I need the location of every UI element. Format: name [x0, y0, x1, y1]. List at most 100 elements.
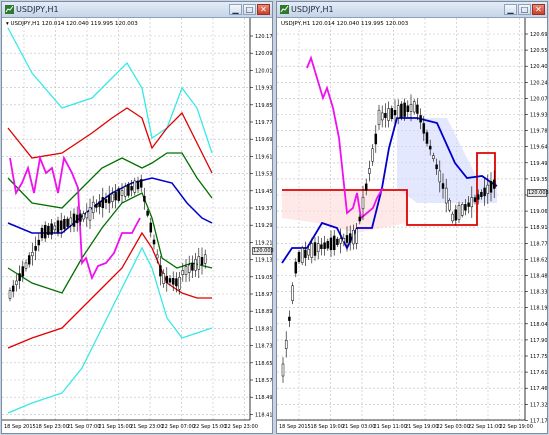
candle-body — [194, 259, 197, 271]
candle-body — [18, 273, 21, 281]
price-axis-label: 119.770 — [255, 120, 272, 126]
candle-body — [310, 243, 314, 258]
candle-body — [489, 181, 493, 193]
candle-body — [203, 254, 207, 264]
price-axis-label: 119.785 — [530, 129, 547, 135]
price-axis-label: 120.075 — [530, 96, 547, 102]
price-axis-label: 119.290 — [255, 223, 272, 229]
candle-body — [281, 363, 285, 377]
time-axis-label: 22 Sep 15:00 — [193, 424, 226, 430]
candle-body — [332, 235, 336, 250]
candle-body — [8, 290, 12, 299]
candle-body — [149, 222, 153, 233]
maximize-button[interactable]: □ — [518, 4, 531, 15]
close-button[interactable]: ✕ — [532, 4, 545, 15]
candle-body — [390, 108, 394, 119]
price-axis-label: 119.130 — [255, 258, 272, 264]
candle-body — [400, 103, 403, 118]
price-axis-label: 119.640 — [530, 145, 547, 151]
candle-body — [159, 265, 162, 277]
time-axis-label: 22 Sep 07:00 — [162, 424, 195, 430]
candle-body — [409, 103, 413, 112]
candle-body — [165, 275, 169, 283]
candle-body — [104, 199, 108, 203]
candle-body — [358, 216, 362, 222]
time-axis-label: 18 Sep 2015 — [279, 424, 311, 430]
candle-body — [21, 266, 25, 277]
current-price-tag: 120.003 — [252, 247, 274, 255]
candle-body — [368, 168, 371, 174]
candle-body — [114, 192, 117, 201]
price-axis-label: 118.890 — [255, 309, 272, 315]
candle-body — [492, 179, 496, 189]
candle-body — [435, 164, 438, 170]
candle-body — [197, 256, 201, 270]
current-price-tag: 120.003 — [527, 189, 549, 197]
candle-body — [473, 197, 477, 202]
price-axis-label: 118.490 — [255, 395, 272, 401]
chart-canvas[interactable]: 120.170 120.090 120.010 119.930 119.850 119.7… — [2, 18, 272, 433]
candle-body — [162, 273, 165, 284]
candle-body — [175, 278, 178, 287]
candle-body — [329, 237, 333, 250]
candle-body — [377, 109, 381, 125]
time-axis-label: 18 Sep 23:00 — [36, 424, 69, 430]
candle-body — [63, 219, 66, 230]
chart-canvas[interactable]: 120.695 120.550 120.405 120.245 120.075 119.9… — [277, 18, 547, 433]
candle-body — [133, 180, 137, 193]
price-axis-label: 119.350 — [530, 177, 547, 183]
candle-body — [200, 257, 204, 265]
price-chart[interactable]: 120.695 120.550 120.405 120.245 120.075 119.9… — [277, 18, 549, 433]
chart-icon — [280, 5, 289, 14]
price-axis-label: 119.370 — [255, 206, 272, 212]
candle-body — [88, 207, 92, 221]
candle-body — [444, 187, 448, 204]
candle-body — [380, 112, 384, 121]
candle-body — [412, 101, 416, 113]
price-axis-label: 119.450 — [255, 189, 272, 195]
minimize-button[interactable]: ▁ — [229, 4, 242, 15]
candle-body — [75, 214, 79, 224]
price-axis-label: 118.335 — [530, 290, 547, 296]
price-axis-label: 120.550 — [530, 48, 547, 54]
price-axis-label: 118.410 — [255, 412, 272, 418]
chart-icon — [5, 5, 14, 14]
candle-body — [31, 252, 34, 257]
chart-window-right[interactable]: USDJPY,H1 ▁ □ ✕ 120.695120.550120.405120… — [276, 1, 549, 434]
price-axis-label: 119.610 — [255, 154, 272, 160]
candle-body — [336, 238, 339, 245]
minimize-button[interactable]: ▁ — [504, 4, 517, 15]
candle-body — [470, 197, 474, 208]
candle-body — [406, 105, 410, 112]
candle-body — [316, 243, 320, 252]
price-chart[interactable]: 120.170 120.090 120.010 119.930 119.850 119.7… — [2, 18, 274, 433]
candle-body — [425, 132, 429, 144]
candle-body — [448, 200, 451, 211]
close-button[interactable]: ✕ — [257, 4, 270, 15]
candle-body — [345, 235, 349, 243]
price-axis-label: 120.090 — [255, 51, 272, 57]
maximize-button[interactable]: □ — [243, 4, 256, 15]
candle-body — [91, 201, 95, 213]
time-axis-label: 22 Sep 23:00 — [225, 424, 258, 430]
chart-window-left[interactable]: USDJPY,H1 ▁ □ ✕ 120.170 120.090 120.010 119… — [1, 1, 274, 434]
candle-body — [85, 211, 89, 219]
title-bar[interactable]: USDJPY,H1 ▁ □ ✕ — [277, 2, 547, 18]
window-title: USDJPY,H1 — [16, 5, 59, 14]
price-axis-label: 118.915 — [530, 225, 547, 231]
candle-body — [178, 276, 181, 290]
candle-body — [486, 184, 490, 194]
title-bar[interactable]: USDJPY,H1 ▁ □ ✕ — [2, 2, 272, 18]
candle-body — [56, 220, 60, 233]
candle-body — [384, 112, 387, 118]
candle-body — [111, 193, 114, 202]
price-axis-label: 118.625 — [530, 257, 547, 263]
candle-body — [339, 238, 342, 244]
price-axis-label: 118.810 — [255, 326, 272, 332]
candle-body — [187, 264, 191, 273]
candle-body — [143, 195, 146, 202]
candle-body — [98, 201, 101, 208]
candle-body — [464, 204, 467, 211]
candle-body — [476, 194, 480, 200]
candle-body — [284, 339, 288, 349]
